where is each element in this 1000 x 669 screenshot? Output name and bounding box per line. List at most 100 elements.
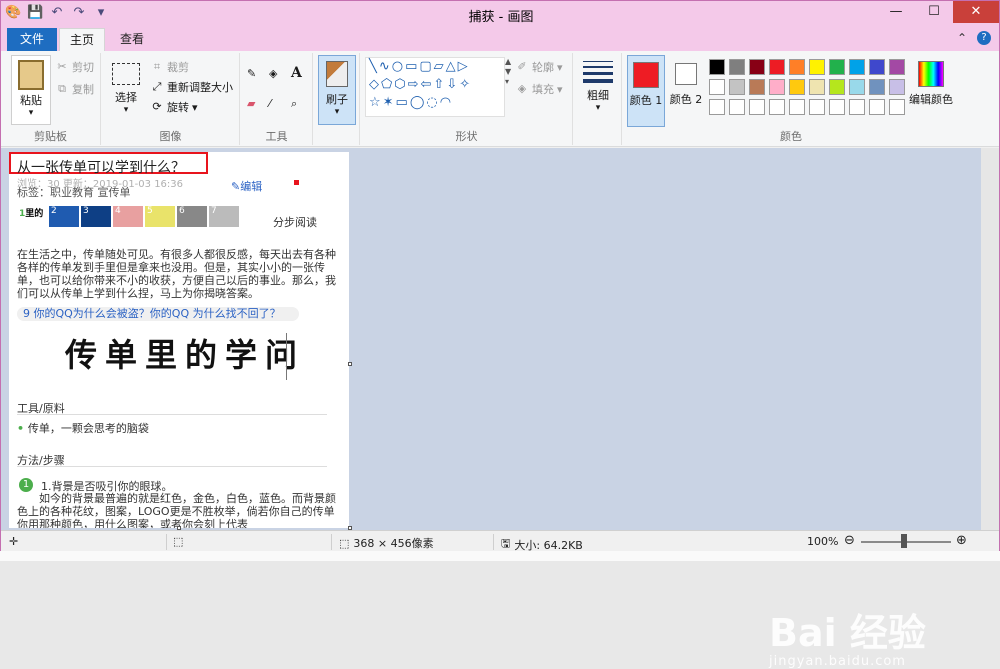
tab-view[interactable]: 查看	[109, 28, 155, 51]
palette-swatch[interactable]	[729, 79, 745, 95]
intro-paragraph: 在生活之中，传单随处可见。有很多人都很反感，每天出去有各种各样的传单发到手里但是…	[17, 248, 336, 300]
line-width-icon	[583, 61, 613, 83]
group-label-shapes: 形状	[455, 130, 478, 143]
resize-label: 重新调整大小	[167, 81, 233, 94]
palette-swatch[interactable]	[889, 99, 905, 115]
thumb-num: 4	[115, 206, 121, 216]
group-brushes: 刷子 ▾	[314, 53, 360, 145]
palette-swatch[interactable]	[889, 79, 905, 95]
shapes-scroll[interactable]: ▲ ▼ ▾	[505, 57, 511, 87]
thumb-text: 里的	[25, 209, 44, 219]
rotate-label: 旋转	[167, 101, 189, 114]
text-tool-icon[interactable]: A	[291, 65, 302, 81]
palette-swatch[interactable]	[809, 59, 825, 75]
collapse-ribbon-icon[interactable]: ⌃	[957, 31, 967, 45]
fill-bucket-icon[interactable]: ◈	[269, 67, 277, 80]
palette-swatch[interactable]	[709, 79, 725, 95]
palette-swatch[interactable]	[809, 99, 825, 115]
step-number-badge: 1	[19, 478, 33, 492]
tools-item: • 传单，一颗会思考的脑袋	[17, 420, 149, 436]
palette-swatch[interactable]	[849, 79, 865, 95]
palette-swatch[interactable]	[829, 59, 845, 75]
resize-icon: ⤢	[152, 80, 162, 93]
zoom-slider-thumb[interactable]	[901, 534, 907, 548]
color2-button[interactable]: 颜色 2	[667, 55, 705, 127]
zoom-out-icon[interactable]: ⊖	[844, 533, 855, 548]
palette-swatch[interactable]	[889, 59, 905, 75]
palette-swatch[interactable]	[749, 99, 765, 115]
palette-swatch[interactable]	[789, 59, 805, 75]
vertical-scrollbar[interactable]	[981, 148, 999, 530]
palette-swatch[interactable]	[869, 59, 885, 75]
palette-swatch[interactable]	[709, 59, 725, 75]
divider	[331, 534, 332, 550]
resize-handle[interactable]	[348, 362, 352, 366]
edit-colors-button[interactable]: 编辑颜色	[907, 55, 955, 127]
palette-swatch[interactable]	[869, 99, 885, 115]
thumb-num: 2	[51, 206, 57, 216]
tab-file[interactable]: 文件	[7, 28, 57, 51]
size-button[interactable]: 粗细 ▾	[578, 57, 618, 125]
palette-swatch[interactable]	[849, 59, 865, 75]
tools-item-text: 传单，一颗会思考的脑袋	[27, 422, 149, 435]
palette-swatch[interactable]	[769, 99, 785, 115]
palette-swatch[interactable]	[829, 79, 845, 95]
thumbnail: 1里的	[17, 206, 47, 227]
brush-button[interactable]: 刷子 ▾	[318, 55, 356, 125]
maximize-button[interactable]: ☐	[915, 1, 953, 23]
magnifier-icon[interactable]: ⌕	[291, 97, 297, 111]
palette-swatch[interactable]	[769, 59, 785, 75]
color1-button[interactable]: 颜色 1	[627, 55, 665, 127]
color-picker-icon[interactable]: ⁄	[269, 97, 271, 110]
palette-swatch[interactable]	[849, 99, 865, 115]
palette-swatch[interactable]	[769, 79, 785, 95]
help-icon[interactable]: ?	[977, 31, 991, 45]
group-label-clipboard: 剪贴板	[34, 130, 67, 143]
canvas-image[interactable]: 从一张传单可以学到什么？ 浏览：30 更新：2019-01-03 16:36 标…	[9, 152, 349, 528]
paste-button[interactable]: 粘贴 ▾	[11, 55, 51, 125]
outline-button[interactable]: ✐ 轮廓 ▾	[515, 59, 562, 75]
palette-swatch[interactable]	[809, 79, 825, 95]
thumbnail: 2	[49, 206, 79, 227]
select-button[interactable]: 选择 ▾	[108, 55, 144, 125]
edit-label: 编辑	[240, 180, 263, 193]
close-button[interactable]: ✕	[953, 1, 999, 23]
cut-button[interactable]: ✂ 剪切	[55, 59, 94, 75]
chevron-down-icon: ▾	[192, 100, 198, 114]
tab-home[interactable]: 主页	[59, 28, 105, 51]
palette-swatch[interactable]	[869, 79, 885, 95]
dimensions-icon: ⬚	[339, 536, 350, 550]
palette-swatch[interactable]	[749, 59, 765, 75]
resize-button[interactable]: ⤢ 重新调整大小	[150, 79, 233, 95]
canvas-area[interactable]: 从一张传单可以学到什么？ 浏览：30 更新：2019-01-03 16:36 标…	[1, 148, 999, 669]
clipboard-icon	[18, 60, 44, 90]
palette-swatch[interactable]	[789, 99, 805, 115]
move-cursor-icon: ✛	[9, 535, 19, 548]
fill-button[interactable]: ◈ 填充 ▾	[515, 81, 563, 97]
eraser-icon[interactable]: ▰	[247, 97, 255, 110]
palette-swatch[interactable]	[829, 99, 845, 115]
step1-body: 如今的背景最普遍的就是红色，金色，白色，蓝色。而背景颜色上的各种花纹，图案，LO…	[17, 492, 336, 528]
palette-swatch[interactable]	[729, 99, 745, 115]
palette-swatch[interactable]	[789, 79, 805, 95]
color1-swatch	[633, 62, 659, 88]
thumb-num: 6	[179, 206, 185, 216]
step-thumbnails: 1里的 2 3 4 5 6 7	[17, 206, 239, 227]
rotate-button[interactable]: ⟳ 旋转 ▾	[150, 99, 198, 115]
palette-swatch[interactable]	[749, 79, 765, 95]
divider	[166, 534, 167, 550]
copy-button[interactable]: ⧉ 复制	[55, 81, 94, 97]
thumbnail: 7	[209, 206, 239, 227]
edit-link: ✎编辑	[231, 178, 262, 194]
scissors-icon: ✂	[57, 60, 67, 73]
zoom-in-icon[interactable]: ⊕	[956, 533, 967, 548]
pencil-icon[interactable]: ✎	[247, 67, 256, 80]
minimize-button[interactable]: —	[877, 1, 915, 23]
palette-swatch[interactable]	[709, 99, 725, 115]
selection-icon: ⬚	[173, 535, 184, 548]
crop-button[interactable]: ⌗ 裁剪	[150, 59, 189, 75]
crop-icon: ⌗	[153, 60, 161, 73]
palette-swatch[interactable]	[729, 59, 745, 75]
shapes-gallery[interactable]: ╲∿○▭▢▱△▷ ◇⬠⬡⇨⇦⇧⇩✧ ☆✶▭◯◌◠	[365, 57, 505, 117]
group-size: 粗细 ▾	[574, 53, 622, 145]
